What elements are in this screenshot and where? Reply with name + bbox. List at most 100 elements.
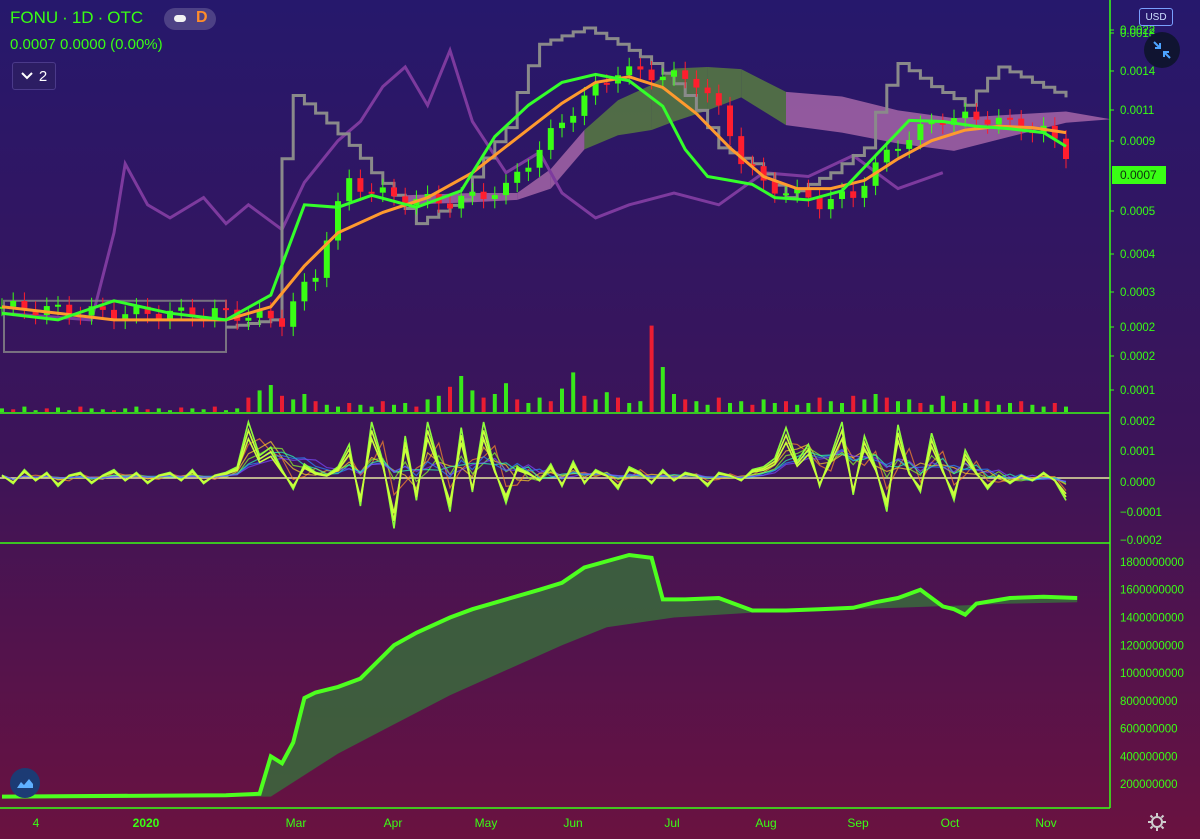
volume-bar (996, 404, 1001, 412)
volume-bar (515, 399, 520, 412)
volume-bar (44, 408, 49, 412)
volume-bar (1064, 406, 1068, 412)
volume-bar (672, 394, 676, 412)
time-tick-label: Aug (755, 816, 776, 830)
volume-bar (470, 390, 475, 412)
volume-bar (89, 408, 94, 412)
candle-body (536, 149, 543, 168)
volume-bar (358, 404, 363, 412)
logo-button[interactable] (10, 768, 40, 798)
volume-bar (884, 397, 889, 412)
candle-body (211, 308, 218, 319)
candle-body (637, 66, 644, 70)
volume-bar (380, 401, 385, 412)
volume-bar (638, 401, 643, 412)
candle-body (1063, 138, 1069, 159)
candle-body (245, 317, 252, 321)
volume-bar (414, 406, 419, 412)
time-tick-label: May (475, 816, 498, 830)
candle-body (55, 304, 61, 307)
volume-bar (750, 404, 755, 412)
time-tick-label: 4 (33, 816, 40, 830)
volume-bar (616, 397, 620, 412)
accumulation-tick-label: 600000000 (1120, 724, 1178, 736)
settings-button[interactable] (1146, 811, 1168, 833)
volume-bar (694, 401, 699, 412)
volume-bar (257, 390, 262, 412)
volume-bar (1008, 403, 1012, 412)
volume-bar (784, 401, 788, 412)
candle-body (984, 119, 991, 125)
candle-body (301, 281, 308, 302)
candle-body (346, 178, 353, 202)
volume-bar (873, 394, 878, 412)
volume-bar (918, 403, 923, 412)
volume-bar (392, 404, 396, 412)
currency-badge[interactable]: USD (1139, 8, 1173, 26)
volume-bar (728, 403, 732, 412)
candle-body (1007, 117, 1013, 120)
candle-body (10, 300, 17, 307)
volume-bar (907, 399, 912, 412)
candle-body (391, 187, 397, 197)
volume-bar (929, 404, 934, 412)
gear-icon (1148, 813, 1166, 831)
candle-body (783, 193, 789, 196)
volume-bar (593, 399, 598, 412)
volume-bar (1030, 404, 1035, 412)
candle-body (962, 111, 969, 119)
indicator-count: 2 (38, 67, 48, 85)
time-tick-label: Oct (941, 816, 960, 830)
volume-bar (795, 404, 800, 412)
price-tick-label: 0.0003 (1120, 287, 1155, 299)
price-tick-label: 0.0002 (1120, 322, 1155, 334)
volume-bar (134, 406, 139, 412)
tradingview-cloud-icon (17, 779, 33, 788)
candle-body (693, 78, 700, 88)
volume-bar (649, 325, 654, 412)
volume-bar (22, 406, 27, 412)
candle-body (469, 191, 476, 196)
volume-bar (739, 401, 744, 412)
time-tick-label: Apr (384, 816, 403, 830)
volume-bar (571, 372, 576, 412)
candle-body (682, 70, 689, 79)
shrink-button[interactable] (1144, 32, 1180, 68)
chevron-down-icon (21, 72, 33, 80)
time-tick-label: 2020 (133, 816, 160, 830)
volume-bar (963, 403, 968, 412)
shrink-arrows-icon (1153, 41, 1171, 59)
volume-bar (123, 408, 128, 412)
time-tick-label: Jul (664, 816, 679, 830)
volume-bar (403, 403, 408, 412)
oscillator-tick-label: 0.0002 (1120, 416, 1155, 428)
interval-badge[interactable]: D (164, 8, 216, 30)
candle-body (447, 203, 453, 209)
chart-canvas[interactable]: 0.00220.00180.00140.00110.00090.00050.00… (0, 0, 1200, 839)
accumulation-tick-label: 1000000000 (1120, 668, 1184, 680)
oscillator-tick-label: −0.0001 (1120, 507, 1162, 519)
accumulation-tick-label: 1800000000 (1120, 557, 1184, 569)
volume-bar (504, 383, 508, 412)
volume-bar (761, 399, 766, 412)
volume-bar (448, 386, 452, 412)
last-price-label: 0.0007 (1120, 168, 1157, 182)
candle-body (368, 191, 375, 194)
symbol-name: FONU (10, 8, 59, 27)
volume-bar (896, 401, 900, 412)
candle-body (603, 82, 610, 85)
symbol-header[interactable]: FONU · 1D · OTC (10, 8, 143, 28)
volume-bar (201, 409, 206, 412)
indicators-collapse-button[interactable]: 2 (12, 62, 56, 90)
candle-body (312, 277, 319, 282)
separator-dot: · (97, 8, 104, 27)
accumulation-tick-label: 800000000 (1120, 696, 1178, 708)
minus-icon (174, 15, 186, 22)
accumulation-tick-label: 1200000000 (1120, 640, 1184, 652)
volume-bar (291, 399, 296, 412)
volume-bar (548, 401, 553, 412)
price-tick-label: 0.0001 (1120, 385, 1155, 397)
volume-bar (425, 399, 430, 412)
volume-bar (1052, 403, 1057, 412)
volume-bar (168, 410, 172, 412)
